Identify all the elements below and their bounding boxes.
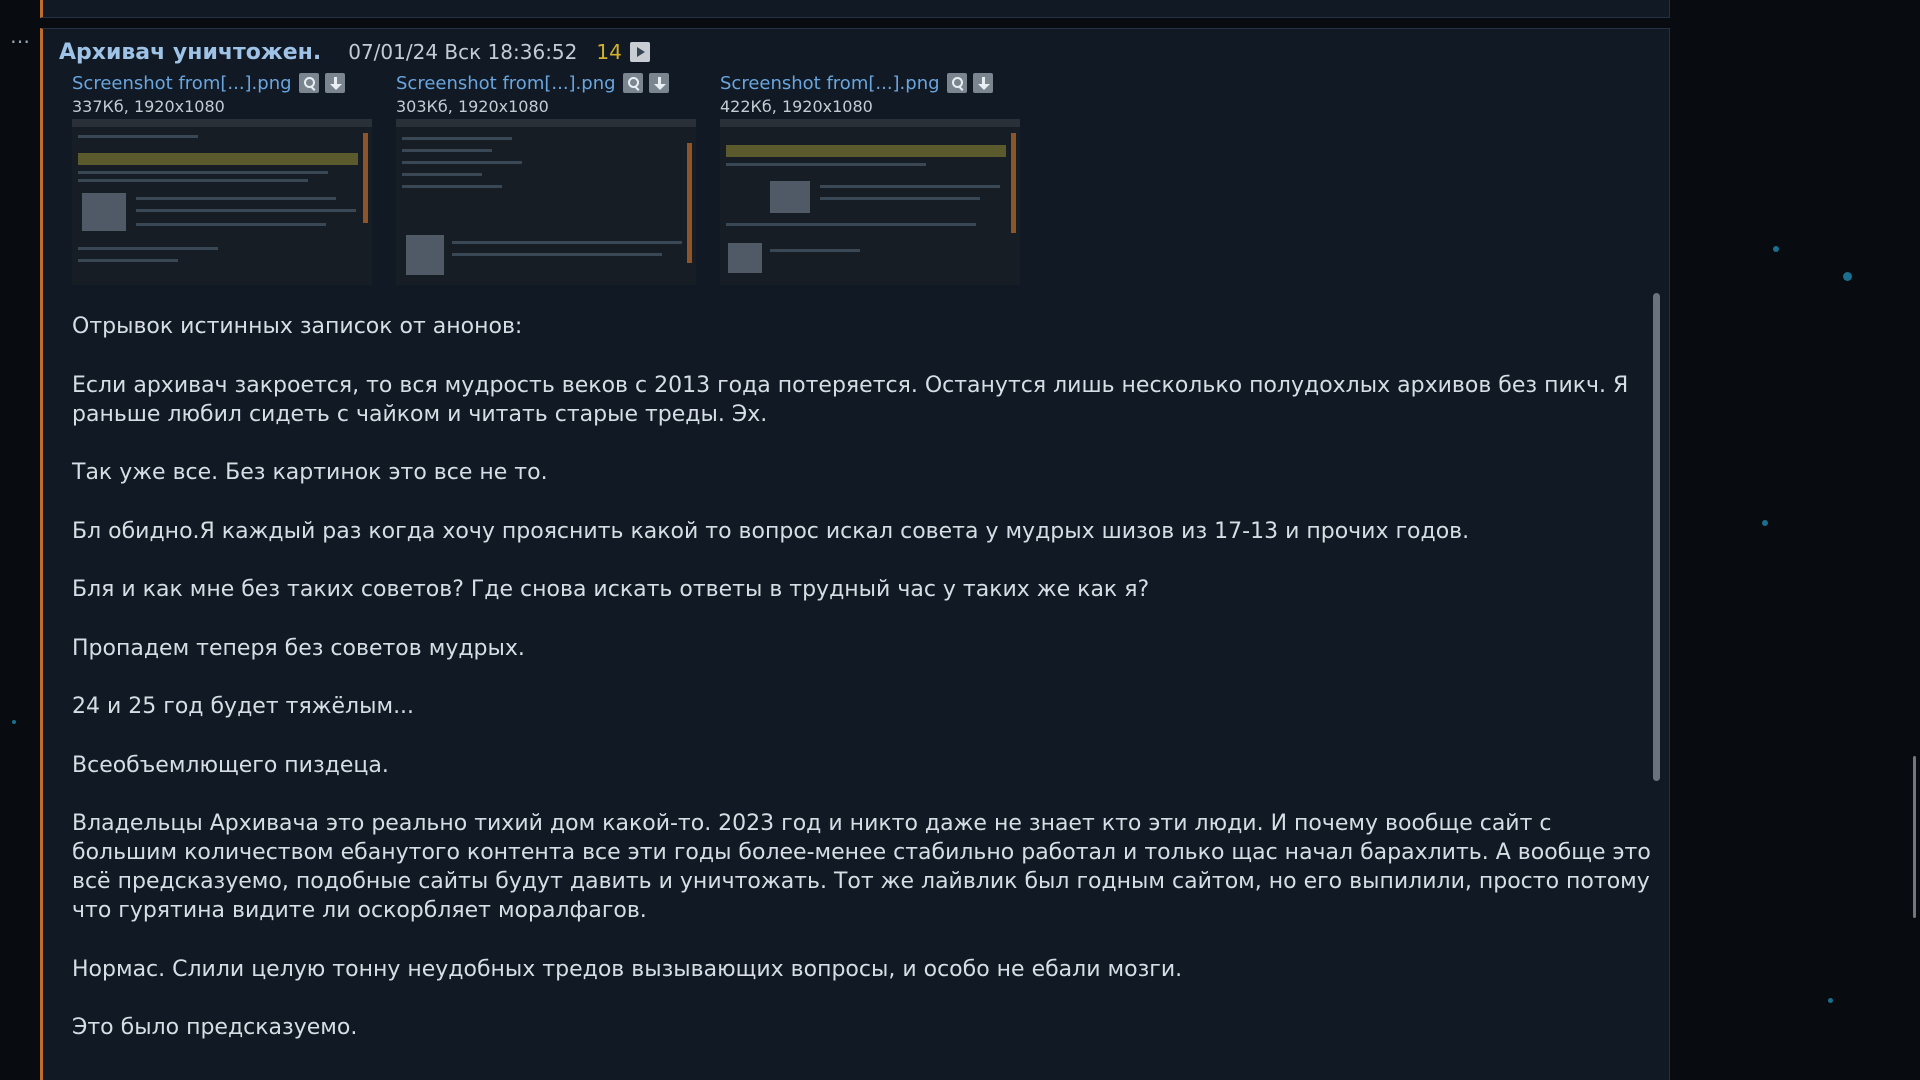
search-icon[interactable] <box>298 73 319 93</box>
page: … Архивач уничтожен. 07/01/24 Вск 18:36:… <box>0 0 1920 1080</box>
post-paragraph: Отрывок истинных записок от анонов: <box>72 314 523 339</box>
post-paragraph: 24 и 25 год будет тяжёлым... <box>72 694 415 719</box>
search-icon[interactable] <box>622 73 643 93</box>
attachment-filename[interactable]: Screenshot from[...].png <box>72 73 292 94</box>
background-dot <box>1828 998 1833 1003</box>
attachment-thumbnail[interactable] <box>720 119 1020 285</box>
attachment: Screenshot from[...].png 422Кб, 1920x108… <box>720 71 1020 285</box>
post-paragraph: Бля и как мне без таких советов? Где сно… <box>72 577 1150 602</box>
background-dot <box>1843 272 1852 281</box>
post-paragraph: Пропадем теперя без советов мудрых. <box>72 635 525 661</box>
attachment-filename[interactable]: Screenshot from[...].png <box>720 73 940 94</box>
post-paragraph: Это было предсказуемо. <box>72 1015 358 1040</box>
post-paragraph: Владельцы Архивача это реально тихий дом… <box>72 811 1651 923</box>
play-icon[interactable] <box>629 42 650 62</box>
attachment-meta: 303Кб, 1920x1080 <box>396 97 549 116</box>
download-icon[interactable] <box>648 73 669 93</box>
background-dot <box>12 720 16 724</box>
post-number[interactable]: 14 <box>596 40 621 64</box>
post-body: Отрывок истинных записок от анонов: Если… <box>72 312 1652 1072</box>
download-icon[interactable] <box>972 73 993 93</box>
attachment-thumbnail[interactable] <box>72 119 372 285</box>
search-icon[interactable] <box>946 73 967 93</box>
post-paragraph: Нормас. Слили целую тонну неудобных тред… <box>72 956 1183 982</box>
post-datetime: 07/01/24 Вск 18:36:52 <box>348 40 578 64</box>
more-menu-icon[interactable]: … <box>10 26 30 46</box>
previous-post <box>40 0 1670 18</box>
background-dot <box>1762 520 1768 526</box>
page-scrollbar[interactable] <box>1913 756 1916 918</box>
attachment: Screenshot from[...].png 337Кб, 1920x108… <box>72 71 372 285</box>
attachment-meta: 422Кб, 1920x1080 <box>720 97 873 116</box>
post: Архивач уничтожен. 07/01/24 Вск 18:36:52… <box>40 28 1670 1080</box>
post-paragraph: Так уже все. Без картинок это все не то. <box>72 460 548 485</box>
post-subject: Архивач уничтожен. <box>59 39 322 65</box>
post-paragraph: Бл обидно.Я каждый раз когда хочу проясн… <box>72 518 1470 544</box>
download-icon[interactable] <box>324 73 345 93</box>
post-scrollbar[interactable] <box>1653 293 1660 781</box>
attachment: Screenshot from[...].png 303Кб, 1920x108… <box>396 71 696 285</box>
post-header: Архивач уничтожен. 07/01/24 Вск 18:36:52… <box>59 37 650 67</box>
attachment-filename[interactable]: Screenshot from[...].png <box>396 73 616 94</box>
attachment-thumbnail[interactable] <box>396 119 696 285</box>
attachment-meta: 337Кб, 1920x1080 <box>72 97 225 116</box>
post-paragraph: Если архивач закроется, то вся мудрость … <box>72 372 1629 427</box>
background-dot <box>1773 246 1779 252</box>
post-paragraph: Всеобъемлющего пиздеца. <box>72 752 389 778</box>
